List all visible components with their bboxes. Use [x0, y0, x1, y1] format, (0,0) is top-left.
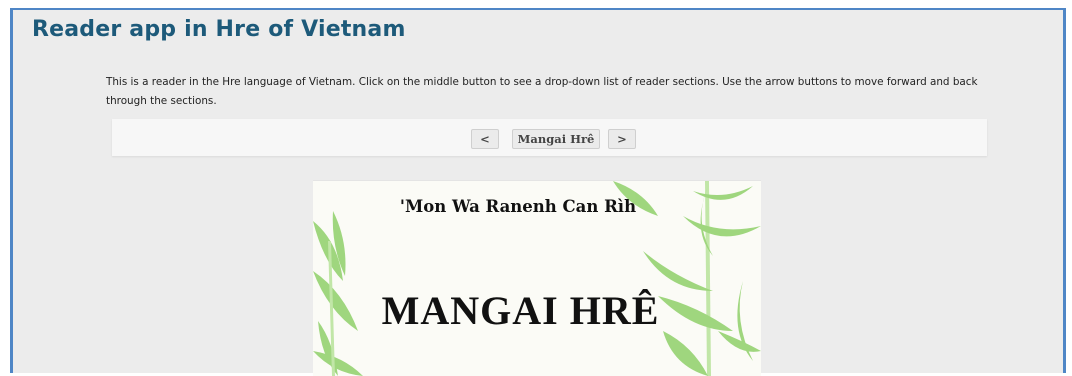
previous-section-button[interactable]: <	[471, 129, 499, 149]
book-subtitle: 'Mon Wa Ranenh Can Rìh	[399, 197, 637, 216]
next-section-button[interactable]: >	[608, 129, 636, 149]
book-page: 'Mon Wa Ranenh Can Rìh MANGAI HRÊ	[313, 180, 761, 376]
book-title: MANGAI HRÊ	[381, 288, 660, 333]
section-dropdown-button[interactable]: Mangai Hrê	[512, 129, 600, 149]
description-text: This is a reader in the Hre language of …	[106, 76, 978, 107]
app-frame: Reader app in Hre of Vietnam This is a r…	[10, 8, 1066, 376]
reader-nav-bar: < Mangai Hrê >	[112, 119, 987, 156]
page-title: Reader app in Hre of Vietnam	[32, 17, 406, 42]
